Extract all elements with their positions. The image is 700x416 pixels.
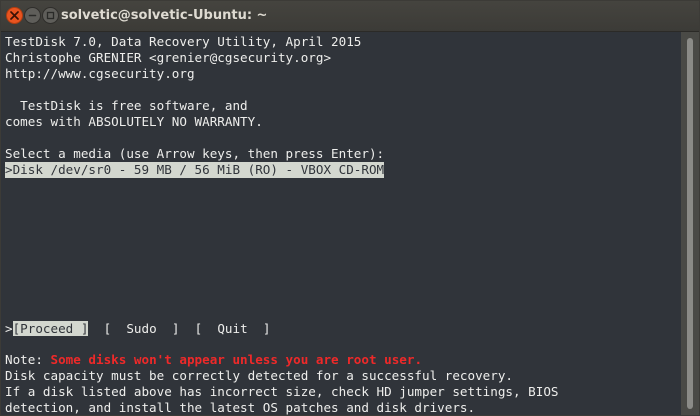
- sudo-button[interactable]: [ Sudo ]: [104, 321, 180, 336]
- terminal-window: solvetic@solvetic-Ubuntu: ~ TestDisk 7.0…: [0, 0, 700, 416]
- quit-button[interactable]: [ Quit ]: [195, 321, 271, 336]
- drivers-note: detection, and install the latest OS pat…: [5, 400, 476, 415]
- minimize-icon: [28, 14, 37, 17]
- close-icon: [10, 11, 19, 20]
- media-prompt: Select a media (use Arrow keys, then pre…: [5, 146, 385, 161]
- license-line: TestDisk is free software, and: [5, 98, 248, 113]
- header-line: TestDisk 7.0, Data Recovery Utility, Apr…: [5, 34, 362, 49]
- menu-selector: >: [5, 321, 13, 336]
- warranty-line: comes with ABSOLUTELY NO WARRANTY.: [5, 114, 263, 129]
- note-prefix: Note:: [5, 352, 51, 367]
- note-line: Note: Some disks won't appear unless you…: [5, 352, 422, 368]
- url-line: http://www.cgsecurity.org: [5, 66, 195, 81]
- maximize-icon: [46, 11, 55, 20]
- scrollbar[interactable]: [681, 32, 699, 415]
- disk-list-item[interactable]: >Disk /dev/sr0 - 59 MB / 56 MiB (RO) - V…: [5, 162, 385, 178]
- title-bar[interactable]: solvetic@solvetic-Ubuntu: ~: [1, 1, 699, 32]
- close-button[interactable]: [6, 7, 23, 24]
- maximize-button[interactable]: [42, 7, 59, 24]
- root-warning: Some disks won't appear unless you are r…: [50, 352, 423, 367]
- jumper-note: If a disk listed above has incorrect siz…: [5, 384, 559, 399]
- terminal-screen[interactable]: TestDisk 7.0, Data Recovery Utility, Apr…: [1, 32, 681, 415]
- action-menu: >[Proceed ] [ Sudo ] [ Quit ]: [5, 321, 270, 337]
- author-line: Christophe GRENIER <grenier@cgsecurity.o…: [5, 50, 332, 65]
- minimize-button[interactable]: [24, 7, 41, 24]
- proceed-button[interactable]: [Proceed ]: [12, 321, 89, 336]
- scrollbar-thumb[interactable]: [687, 38, 693, 409]
- window-title: solvetic@solvetic-Ubuntu: ~: [61, 8, 268, 23]
- capacity-note: Disk capacity must be correctly detected…: [5, 368, 513, 383]
